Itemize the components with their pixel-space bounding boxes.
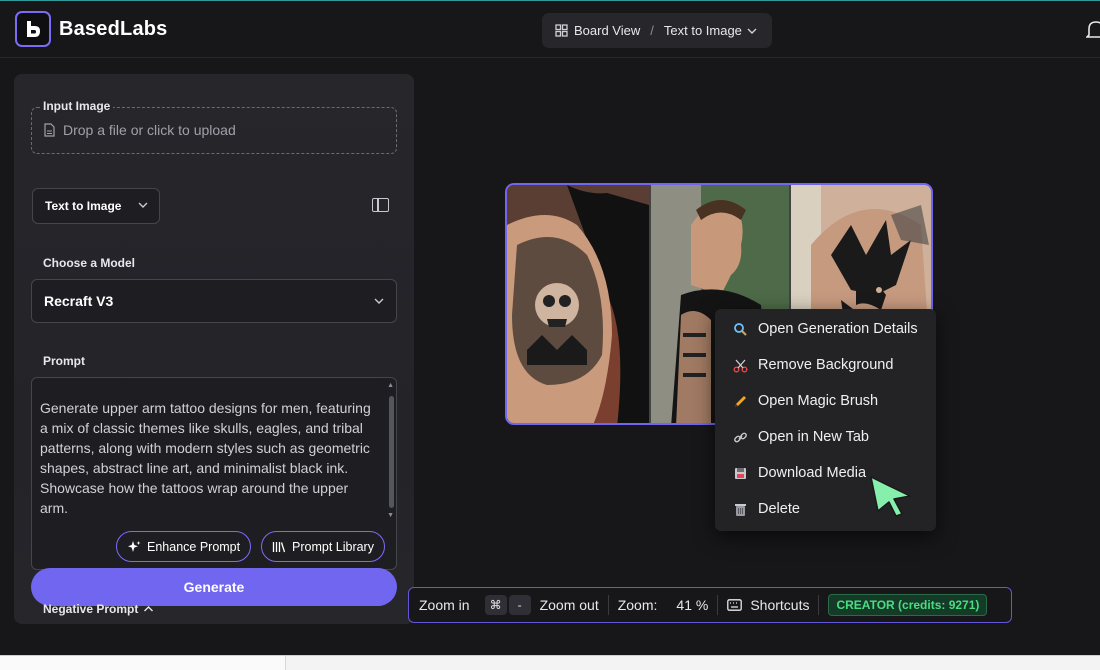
zoom-in-label[interactable]: Zoom in <box>419 597 470 613</box>
chevron-up-icon <box>144 606 154 612</box>
mode-dropdown[interactable]: Text to Image <box>32 188 160 224</box>
menu-item-open-generation-details[interactable]: Open Generation Details <box>715 311 936 347</box>
toolbar-divider <box>607 595 609 615</box>
breadcrumb-text-to-image[interactable]: Text to Image <box>664 23 742 38</box>
taskbar-search-area[interactable] <box>0 656 286 670</box>
sparkle-icon <box>128 540 141 552</box>
mouse-cursor-icon <box>870 476 911 517</box>
prompt-library-button[interactable]: Prompt Library <box>261 531 385 562</box>
dropzone-placeholder: Drop a file or click to upload <box>63 122 236 138</box>
library-icon <box>272 541 286 552</box>
prompt-scrollbar[interactable] <box>389 396 394 508</box>
model-dropdown[interactable]: Recraft V3 <box>31 279 397 323</box>
chevron-down-icon <box>138 202 148 208</box>
floppy-disk-icon <box>735 467 746 479</box>
sidebar-toggle-icon[interactable] <box>372 198 389 212</box>
prompt-textarea[interactable]: Generate upper arm tattoo designs for me… <box>31 377 397 570</box>
enhance-prompt-button[interactable]: Enhance Prompt <box>116 531 252 562</box>
breadcrumb-board-view[interactable]: Board View <box>574 23 640 38</box>
magnifier-icon <box>734 322 747 336</box>
trash-icon <box>735 503 746 516</box>
tattoo-photo-skull <box>507 185 649 423</box>
menu-item-label: Open in New Tab <box>758 429 869 445</box>
model-value: Recraft V3 <box>44 293 114 309</box>
menu-item-label: Remove Background <box>758 357 894 373</box>
scroll-down-arrow[interactable]: ▼ <box>387 512 394 519</box>
credits-badge[interactable]: CREATOR (credits: 9271) <box>828 594 988 616</box>
menu-item-label: Open Magic Brush <box>758 393 879 409</box>
toolbar-divider <box>717 595 719 615</box>
enhance-prompt-label: Enhance Prompt <box>147 539 241 554</box>
zoom-value: 41 % <box>676 597 709 613</box>
bell-icon[interactable] <box>1086 19 1100 41</box>
menu-item-label: Delete <box>758 501 800 517</box>
menu-item-remove-background[interactable]: Remove Background <box>715 347 936 383</box>
model-label: Choose a Model <box>43 256 136 270</box>
canvas-toolbar: Zoom in ⌘ - Zoom out Zoom: 41 % Shortcut… <box>408 587 1012 623</box>
breadcrumb-separator: / <box>650 23 654 38</box>
generate-button[interactable]: Generate <box>31 568 397 606</box>
breadcrumb: Board View / Text to Image <box>542 13 772 48</box>
menu-item-open-magic-brush[interactable]: Open Magic Brush <box>715 383 936 419</box>
prompt-text[interactable]: Generate upper arm tattoo designs for me… <box>40 398 380 518</box>
os-taskbar <box>0 655 1100 670</box>
input-image-dropzone[interactable]: Input Image Drop a file or click to uplo… <box>31 99 397 154</box>
prompt-library-label: Prompt Library <box>292 539 374 554</box>
app-logo[interactable] <box>15 11 51 47</box>
shortcuts-button[interactable]: Shortcuts <box>750 597 809 613</box>
menu-item-open-in-new-tab[interactable]: Open in New Tab <box>715 419 936 455</box>
chevron-down-icon <box>374 298 384 304</box>
zoom-label: Zoom: <box>617 597 658 613</box>
dropzone-content: Drop a file or click to upload <box>44 122 236 138</box>
chevron-down-icon[interactable] <box>747 27 757 35</box>
menu-item-label: Open Generation Details <box>758 321 918 337</box>
keyboard-icon <box>727 599 743 611</box>
negative-prompt-toggle[interactable]: Negative Prompt <box>43 602 154 616</box>
generation-panel: Input Image Drop a file or click to uplo… <box>14 74 414 624</box>
logo-b-icon <box>27 21 40 37</box>
negative-prompt-label: Negative Prompt <box>43 602 139 616</box>
mode-value: Text to Image <box>45 199 122 213</box>
menu-item-label: Download Media <box>758 465 867 481</box>
scissors-icon <box>733 359 748 372</box>
toolbar-divider <box>818 595 820 615</box>
board-grid-icon <box>555 24 568 37</box>
pencil-icon <box>735 395 746 407</box>
file-icon <box>44 123 55 137</box>
top-header: BasedLabs Board View / Text to Image <box>0 0 1100 58</box>
minus-key: - <box>508 595 531 615</box>
scroll-up-arrow[interactable]: ▲ <box>387 382 394 389</box>
zoom-out-label[interactable]: Zoom out <box>540 597 599 613</box>
input-image-label: Input Image <box>40 99 114 113</box>
link-icon <box>734 432 747 442</box>
cmd-key: ⌘ <box>484 595 507 615</box>
app-name[interactable]: BasedLabs <box>59 18 168 41</box>
prompt-label: Prompt <box>43 354 85 368</box>
